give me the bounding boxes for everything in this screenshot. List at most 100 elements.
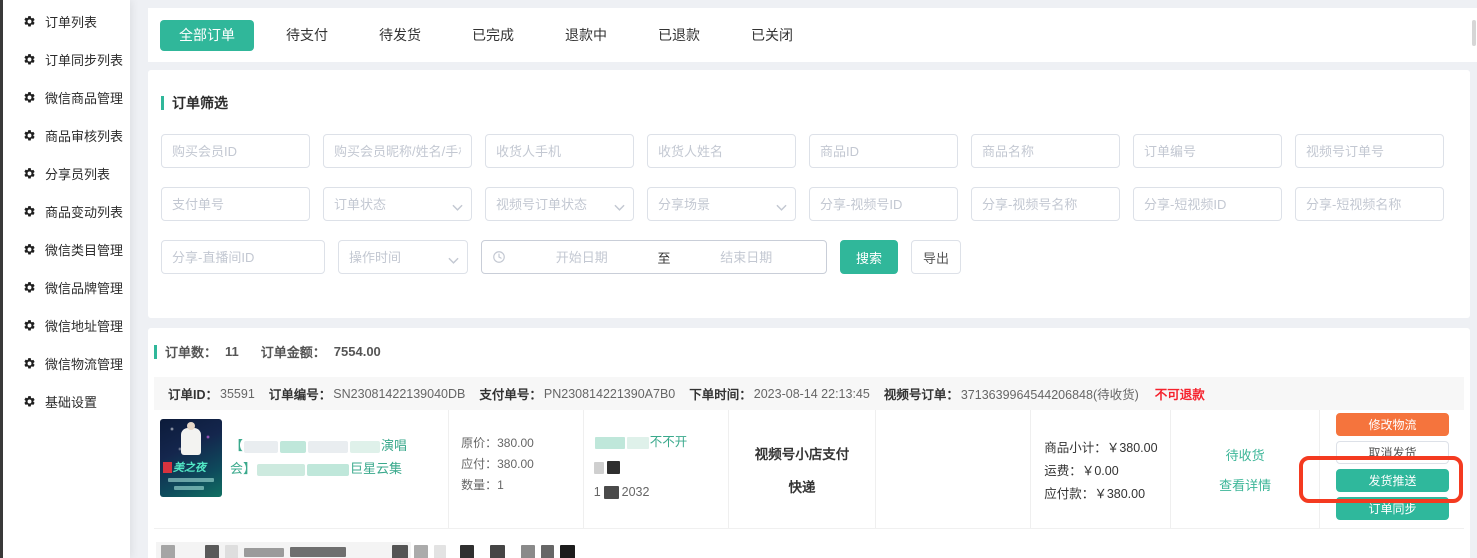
filter-input[interactable] xyxy=(485,187,634,221)
redacted-block xyxy=(607,461,620,474)
order-status-tab[interactable]: 全部订单 xyxy=(160,20,254,51)
sidebar-item-label: 订单列表 xyxy=(45,12,97,31)
search-button[interactable]: 搜索 xyxy=(840,240,898,274)
amount-due-value: ￥380.00 xyxy=(1094,487,1145,501)
redacted-block xyxy=(205,545,219,558)
filter-input[interactable] xyxy=(647,187,796,221)
freight-label: 运费： xyxy=(1044,464,1082,478)
sidebar-item[interactable]: 微信类目管理 xyxy=(3,230,130,268)
sidebar-item[interactable]: 微信地址管理 xyxy=(3,306,130,344)
sidebar-item[interactable]: 订单列表 xyxy=(3,2,130,40)
filter-row-3-fields xyxy=(161,240,468,274)
order-row: 美之夜 【演唱 会】巨星云集 原价：380.00 应付：380.00 数量：1 … xyxy=(154,410,1464,529)
filter-input[interactable] xyxy=(809,187,958,221)
redacted-block xyxy=(604,486,619,499)
chevron-down-icon xyxy=(448,252,459,270)
filter-input[interactable] xyxy=(485,134,634,168)
date-range-picker[interactable]: 至 xyxy=(481,240,827,274)
poster-figure xyxy=(181,428,201,455)
filter-input[interactable] xyxy=(323,134,472,168)
order-action-button[interactable]: 取消发货 xyxy=(1336,441,1449,464)
redacted-block xyxy=(280,441,306,453)
order-status-tab[interactable]: 退款中 xyxy=(546,20,626,51)
filter-field xyxy=(971,134,1120,168)
redacted-block xyxy=(308,441,348,453)
buyer-phone-start: 1 xyxy=(594,485,601,499)
filter-field xyxy=(1295,187,1444,221)
order-status-tab[interactable]: 待支付 xyxy=(267,20,347,51)
redacted-block xyxy=(560,545,575,558)
sidebar-item-label: 订单同步列表 xyxy=(45,50,123,69)
filter-input[interactable] xyxy=(161,134,310,168)
export-button[interactable]: 导出 xyxy=(911,240,961,274)
redacted-block xyxy=(350,441,380,453)
filter-input[interactable] xyxy=(323,187,472,221)
poster-subline xyxy=(174,486,204,490)
filter-input[interactable] xyxy=(161,187,310,221)
tab-label: 已完成 xyxy=(472,27,514,43)
sidebar-item[interactable]: 微信商品管理 xyxy=(3,78,130,116)
filter-input[interactable] xyxy=(1295,187,1444,221)
poster-title: 美之夜 xyxy=(163,459,206,475)
order-list-panel: 订单数： 11 订单金额： 7554.00 订单ID： 35591 订单编号： … xyxy=(148,328,1470,558)
order-sn-value: SN23081422139040DB xyxy=(333,387,465,401)
filter-input[interactable] xyxy=(1133,187,1282,221)
sidebar-item[interactable]: 订单同步列表 xyxy=(3,40,130,78)
sidebar-item[interactable]: 商品审核列表 xyxy=(3,116,130,154)
filter-field xyxy=(161,187,310,221)
sidebar-item[interactable]: 商品变动列表 xyxy=(3,192,130,230)
status-badge: 待收货 xyxy=(1226,445,1265,464)
sidebar-item-label: 微信地址管理 xyxy=(45,316,123,335)
scrollbar[interactable] xyxy=(1472,20,1476,46)
order-status-tab[interactable]: 待发货 xyxy=(360,20,440,51)
gear-icon xyxy=(23,243,36,256)
order-count-label: 订单数： xyxy=(165,342,217,361)
sidebar-item[interactable]: 分享员列表 xyxy=(3,154,130,192)
sidebar-item-label: 微信品牌管理 xyxy=(45,278,123,297)
filter-input[interactable] xyxy=(1133,134,1282,168)
order-action-button[interactable]: 发货推送 xyxy=(1336,469,1449,492)
order-amount-value: 7554.00 xyxy=(334,344,381,359)
order-status-tab[interactable]: 已关闭 xyxy=(732,20,812,51)
order-status-tab[interactable]: 已退款 xyxy=(639,20,719,51)
filter-field xyxy=(485,187,634,221)
redacted-block xyxy=(161,545,175,558)
redacted-block xyxy=(595,437,625,449)
end-date-input[interactable] xyxy=(677,250,817,265)
empty-cell xyxy=(876,410,1032,528)
filter-input[interactable] xyxy=(971,134,1120,168)
redacted-block xyxy=(257,464,305,476)
tab-label: 已退款 xyxy=(658,27,700,43)
tab-label: 全部订单 xyxy=(179,27,235,43)
order-status-tab[interactable]: 已完成 xyxy=(453,20,533,51)
sidebar-item[interactable]: 基础设置 xyxy=(3,382,130,420)
redacted-block xyxy=(434,545,446,558)
sidebar-item-label: 微信物流管理 xyxy=(45,354,123,373)
payable-price-value: 380.00 xyxy=(497,457,534,471)
filter-row-3: 至 搜索 导出 xyxy=(161,240,1457,274)
sidebar-item-label: 微信类目管理 xyxy=(45,240,123,259)
order-sn-label: 订单编号： xyxy=(269,384,332,403)
filter-field xyxy=(809,134,958,168)
payment-cell: 视频号小店支付 快递 xyxy=(729,410,876,528)
sidebar-item-label: 商品变动列表 xyxy=(45,202,123,221)
redacted-block xyxy=(244,441,278,453)
filter-input[interactable] xyxy=(161,240,325,274)
filter-input[interactable] xyxy=(1295,134,1444,168)
price-cell: 原价：380.00 应付：380.00 数量：1 xyxy=(449,410,584,528)
filter-field xyxy=(161,134,310,168)
gear-icon xyxy=(23,129,36,142)
order-action-button[interactable]: 订单同步 xyxy=(1336,497,1449,520)
buyer-nickname-fragment: 不不开 xyxy=(650,435,688,449)
sidebar-item[interactable]: 微信物流管理 xyxy=(3,344,130,382)
filter-input[interactable] xyxy=(647,134,796,168)
order-time-value: 2023-08-14 22:13:45 xyxy=(754,387,870,401)
product-image: 美之夜 xyxy=(160,419,222,497)
product-title-link[interactable]: 【演唱 会】巨星云集 xyxy=(230,434,407,519)
sidebar-item[interactable]: 微信品牌管理 xyxy=(3,268,130,306)
start-date-input[interactable] xyxy=(512,250,652,265)
filter-input[interactable] xyxy=(809,134,958,168)
filter-input[interactable] xyxy=(971,187,1120,221)
view-detail-link[interactable]: 查看详情 xyxy=(1219,475,1271,494)
order-action-button[interactable]: 修改物流 xyxy=(1336,413,1449,436)
